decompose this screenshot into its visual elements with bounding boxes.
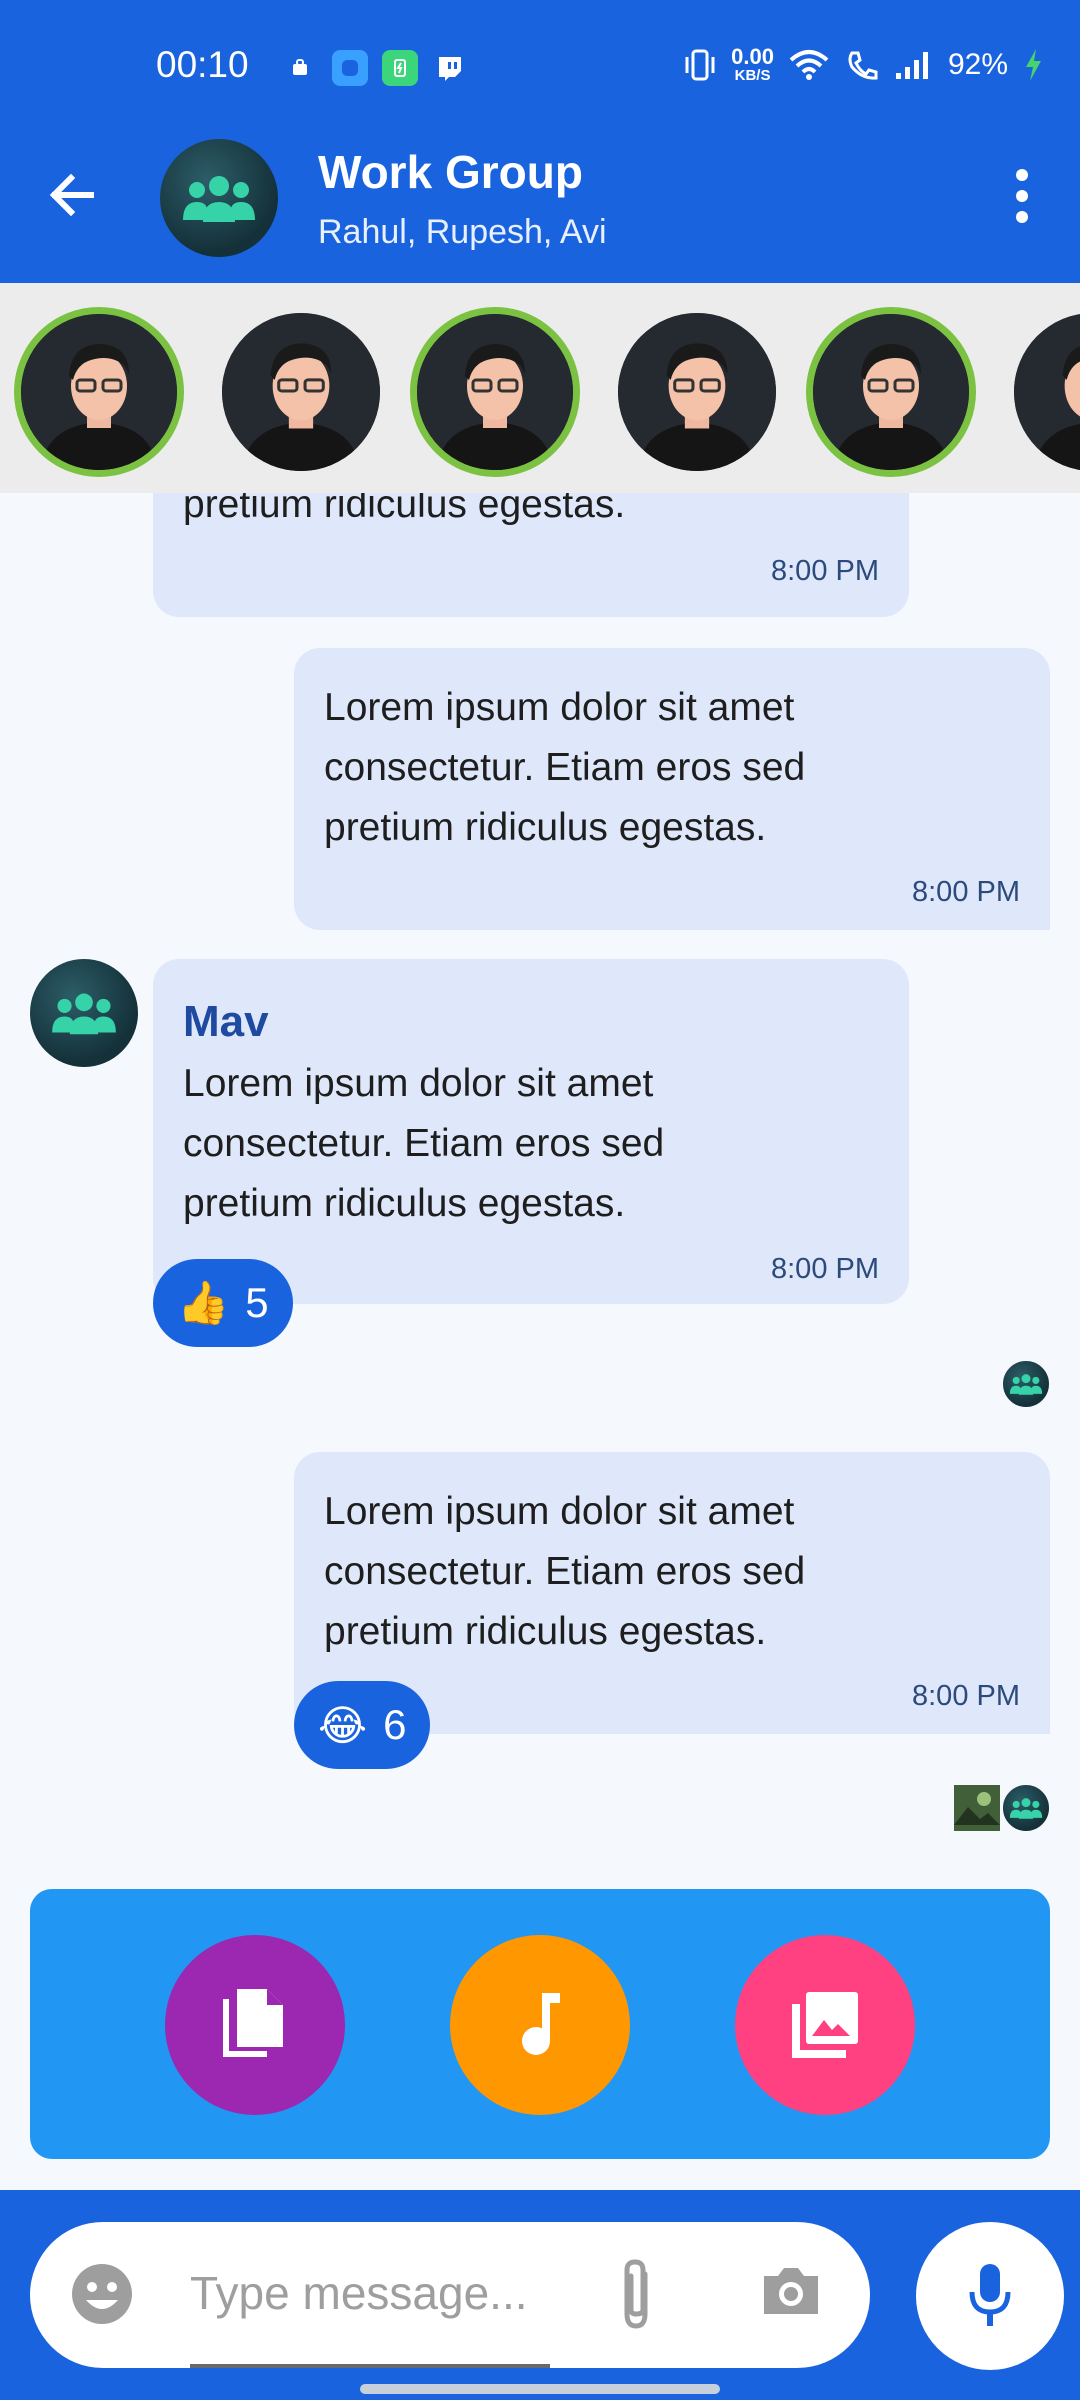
music-note-icon [522, 1993, 560, 2055]
emoji-icon [72, 2264, 132, 2324]
attach-gallery-button[interactable] [735, 1935, 915, 2115]
sender-avatar[interactable] [30, 959, 138, 1067]
person-avatar-icon [417, 314, 573, 470]
emoji-button[interactable] [70, 2262, 134, 2331]
message-bubble-incoming[interactable]: Mav Lorem ipsum dolor sit amet consectet… [153, 959, 909, 1304]
arrow-left-icon [49, 173, 94, 217]
person-avatar-icon [21, 314, 177, 470]
attach-document-button[interactable] [165, 1935, 345, 2115]
group-icon [1009, 1374, 1043, 1395]
read-receipt-avatar [1001, 1783, 1051, 1833]
reaction-badge[interactable]: 😂 6 [294, 1681, 431, 1769]
attachment-panel [30, 1889, 1050, 2159]
group-icon [1009, 1798, 1043, 1819]
composer-bar: Type message... [0, 2190, 1080, 2400]
vibrate-icon [685, 49, 715, 80]
microphone-icon [969, 2264, 1011, 2326]
message-input[interactable]: Type message... [190, 2266, 528, 2320]
reaction-emoji: 😂 [318, 1701, 368, 1749]
top-bar: 00:10 0.00 KB/S 92% Work Group Rahul, Ru… [0, 0, 1080, 283]
read-receipt-avatar [1001, 1359, 1051, 1409]
message-text: Lorem ipsum dolor sit amet consectetur. … [324, 1490, 806, 1653]
back-button[interactable] [40, 163, 104, 227]
message-time: 8:00 PM [771, 555, 879, 587]
shop-notification-icon [282, 50, 318, 86]
message-time: 8:00 PM [912, 1680, 1020, 1712]
read-receipt-avatar [952, 1783, 1002, 1833]
system-indicators: 0.00 KB/S 92% [683, 46, 1044, 83]
battery-percent: 92% [947, 47, 1008, 81]
battery-saver-notification-icon [382, 50, 418, 86]
reaction-badge[interactable]: 👍 5 [153, 1259, 293, 1347]
wifi-icon [789, 49, 829, 80]
paperclip-icon [624, 2259, 648, 2329]
message-bubble-incoming[interactable]: pretium ridiculus egestas. 8:00 PM [153, 493, 909, 617]
group-icon [52, 993, 116, 1035]
person-avatar-icon [813, 314, 969, 470]
more-vert-icon [1016, 169, 1028, 181]
call-signal-icon [848, 51, 878, 80]
group-icon [183, 176, 255, 222]
cell-signal-icon [895, 51, 928, 79]
camera-button[interactable] [760, 2264, 822, 2323]
notification-icons [282, 50, 468, 86]
charging-icon [1026, 48, 1041, 81]
status-bar: 00:10 0.00 KB/S 92% [0, 0, 1080, 135]
participant-avatar[interactable] [222, 313, 380, 471]
participant-avatar[interactable] [410, 307, 580, 477]
message-text: pretium ridiculus egestas. [183, 493, 626, 526]
app-bar: Work Group Rahul, Rupesh, Avi [0, 135, 1080, 283]
status-time: 00:10 [156, 44, 249, 85]
twitch-notification-icon [432, 50, 468, 86]
app-notification-icon [332, 50, 368, 86]
person-avatar-icon [618, 313, 776, 471]
participant-avatar[interactable] [806, 307, 976, 477]
attach-audio-button[interactable] [450, 1935, 630, 2115]
chat-title: Work Group [318, 146, 583, 198]
file-copy-icon [223, 1989, 283, 2057]
message-sender: Mav [183, 997, 269, 1046]
reaction-count: 5 [245, 1279, 269, 1326]
chat-members: Rahul, Rupesh, Avi [318, 213, 607, 251]
message-time: 8:00 PM [912, 876, 1020, 908]
participants-strip[interactable] [0, 283, 1080, 493]
network-speed: 0.00 KB/S [731, 44, 774, 84]
message-text: Lorem ipsum dolor sit amet consectetur. … [183, 1062, 665, 1225]
voice-record-button[interactable] [916, 2222, 1064, 2370]
reaction-count: 6 [383, 1701, 407, 1748]
participant-avatar[interactable] [618, 313, 776, 471]
participant-avatar[interactable] [14, 307, 184, 477]
message-text: Lorem ipsum dolor sit amet consectetur. … [324, 686, 806, 849]
message-input-container[interactable]: Type message... [30, 2222, 870, 2368]
group-avatar[interactable] [160, 139, 278, 257]
participant-avatar[interactable] [1014, 313, 1080, 471]
input-underline [190, 2364, 550, 2368]
photo-library-icon [792, 1992, 858, 2058]
reaction-emoji: 👍 [177, 1278, 230, 1326]
gesture-nav-handle[interactable] [360, 2384, 720, 2394]
person-avatar-icon [222, 313, 380, 471]
attach-button[interactable] [615, 2256, 657, 2337]
landscape-avatar-icon [954, 1785, 1000, 1831]
message-list[interactable]: pretium ridiculus egestas. 8:00 PM Lorem… [0, 493, 1080, 1888]
more-options-button[interactable] [994, 161, 1050, 231]
message-bubble-outgoing[interactable]: Lorem ipsum dolor sit amet consectetur. … [294, 648, 1050, 930]
message-time: 8:00 PM [771, 1253, 879, 1285]
person-avatar-icon [1014, 313, 1080, 471]
camera-icon [764, 2268, 818, 2314]
